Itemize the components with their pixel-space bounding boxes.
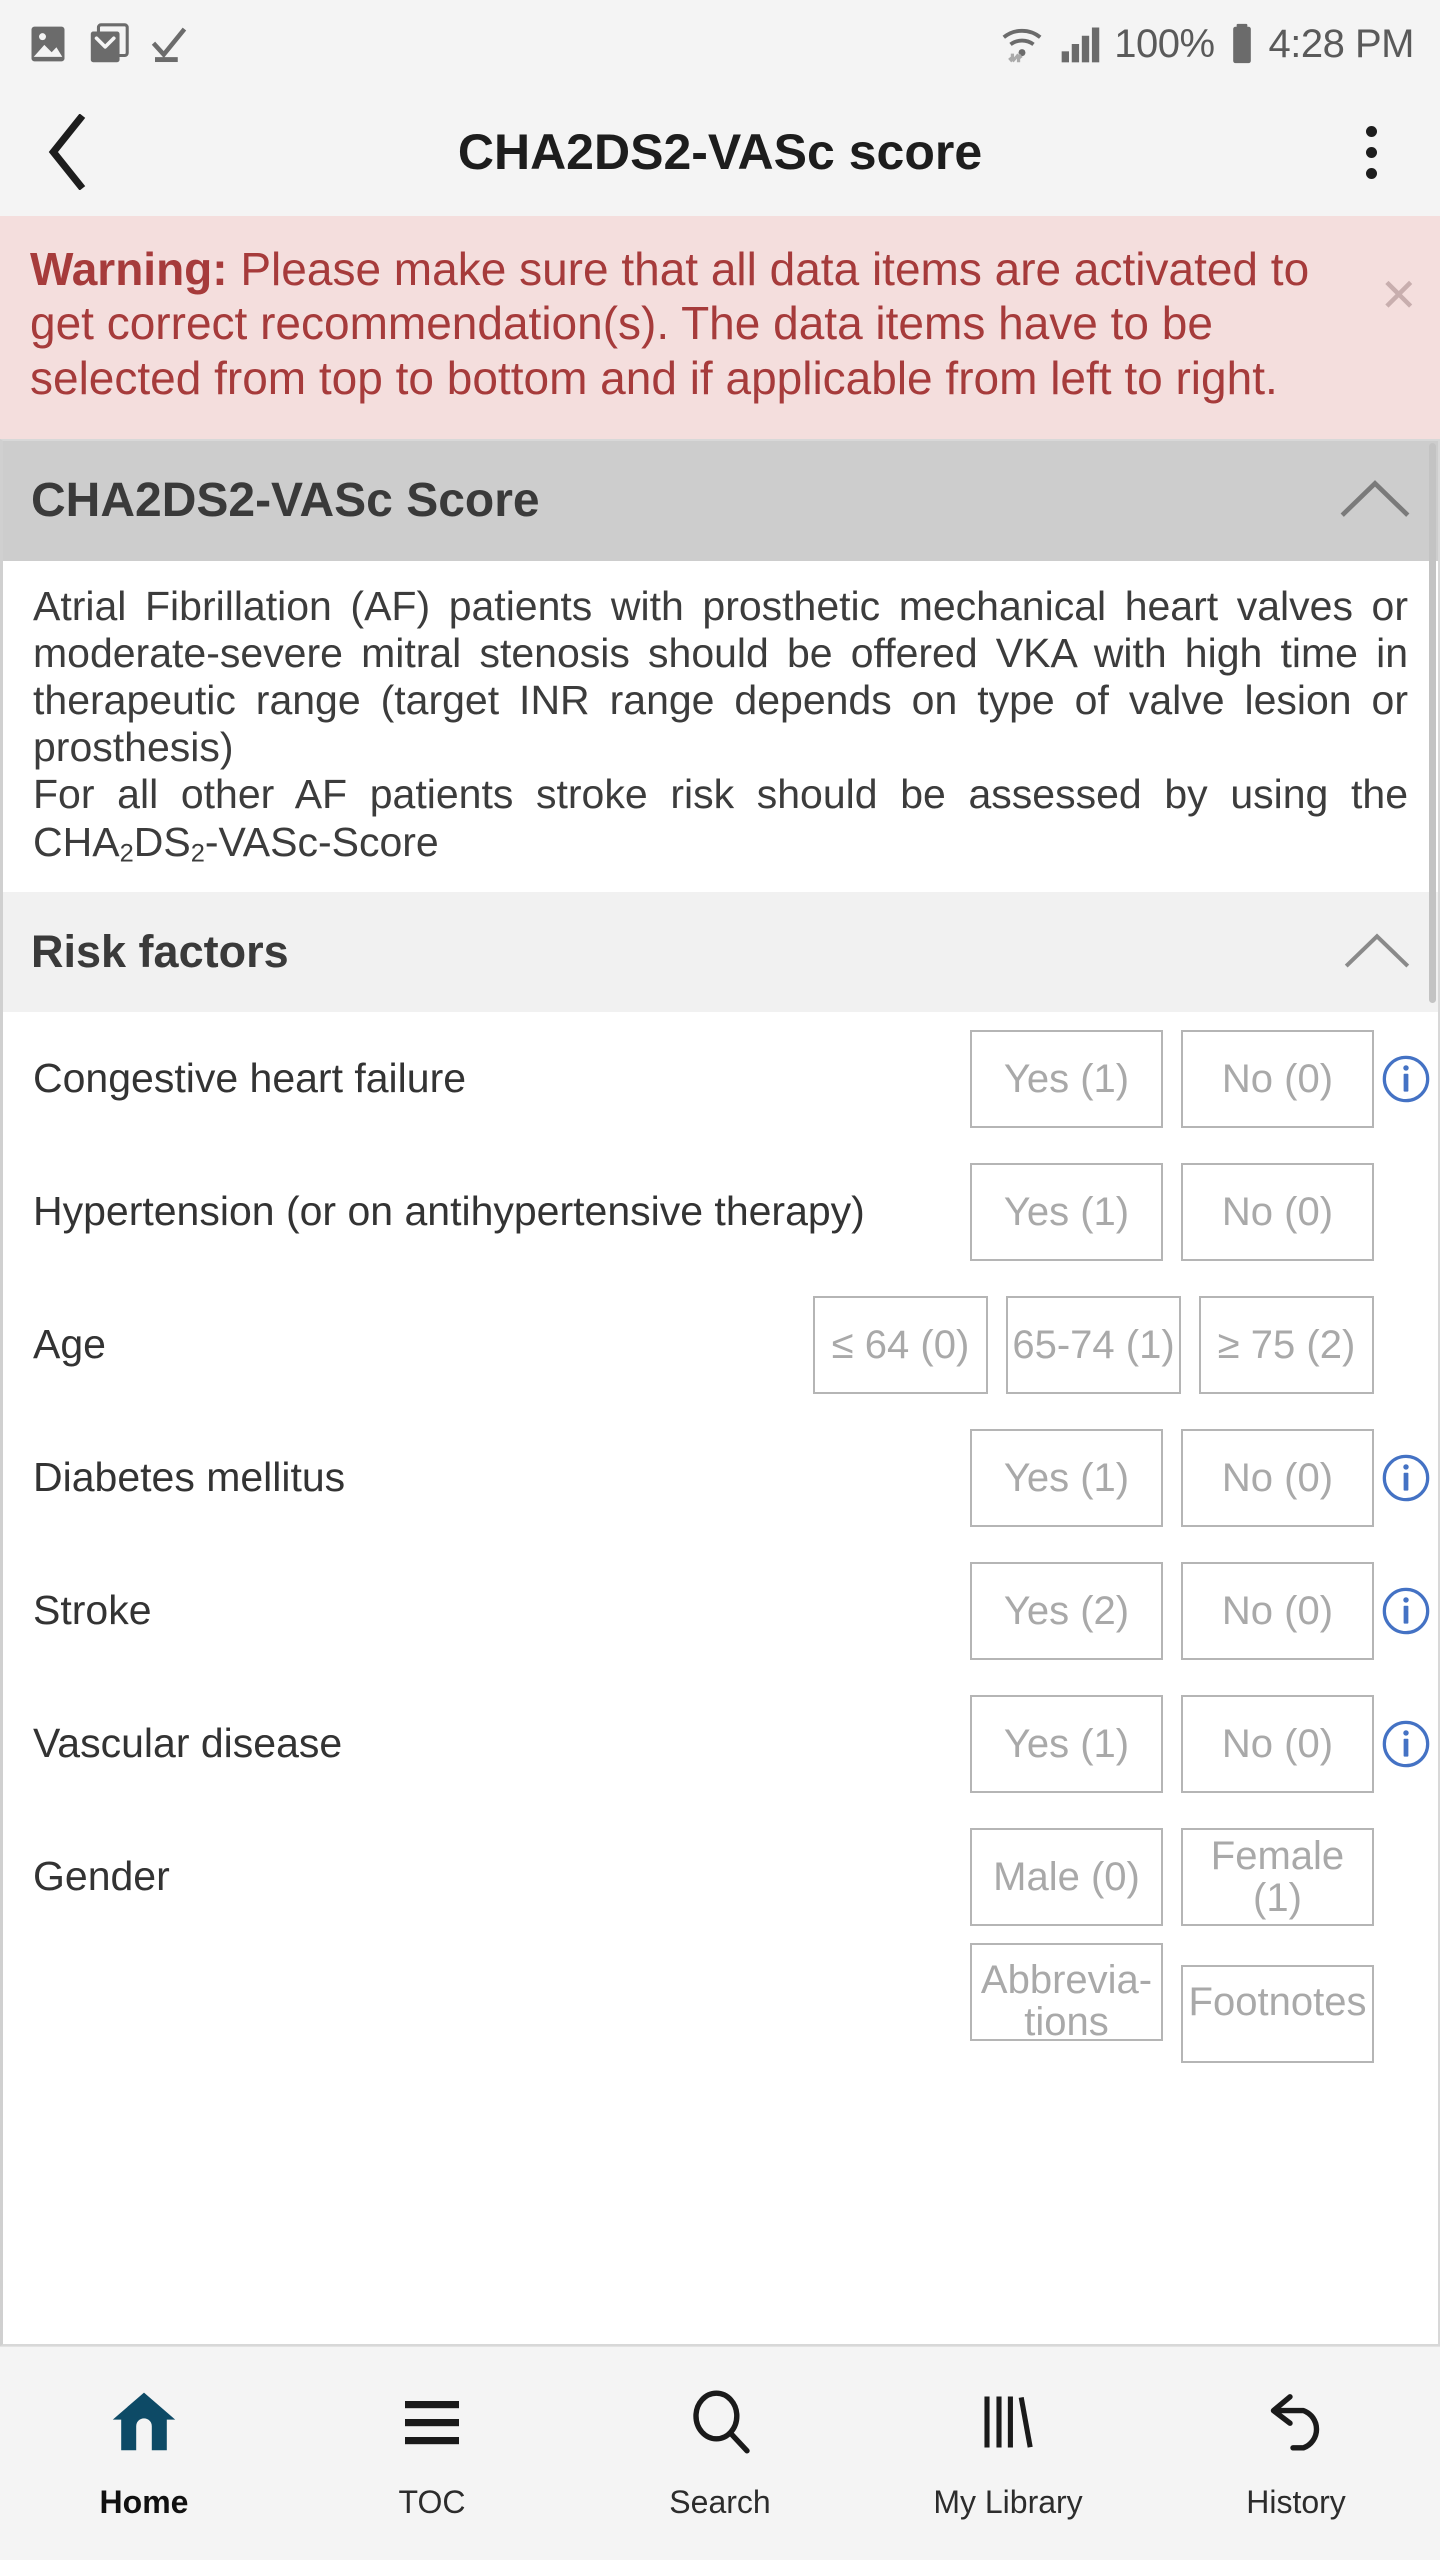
risk-factor-options: ≤ 64 (0) 65-74 (1) ≥ 75 (2) xyxy=(813,1295,1374,1394)
list-icon xyxy=(394,2386,470,2458)
chevron-up-icon[interactable] xyxy=(1340,476,1410,525)
overflow-menu-button[interactable] xyxy=(1336,109,1406,195)
option-button[interactable]: Footnotes xyxy=(1181,1965,1374,2064)
option-button[interactable]: Yes (1) xyxy=(970,1694,1163,1793)
section-title-score: CHA2DS2-VASc Score xyxy=(31,474,540,528)
section-title-risk-factors: Risk factors xyxy=(31,926,289,978)
risk-factor-options: Male (0) Female (1) xyxy=(970,1827,1374,1926)
page-title: CHA2DS2-VASc score xyxy=(457,124,983,180)
warning-prefix: Warning: xyxy=(30,243,228,295)
risk-factor-label: Vascular disease xyxy=(33,1719,343,1766)
score-paragraph-1: Atrial Fibrillation (AF) patients with p… xyxy=(33,582,1408,771)
gallery-icon xyxy=(31,26,65,62)
content-scroll-area[interactable]: CHA2DS2-VASc Score Atrial Fibrillation (… xyxy=(0,438,1440,2346)
risk-factor-label: Gender xyxy=(33,1852,170,1899)
option-button[interactable]: Yes (1) xyxy=(970,1428,1163,1527)
option-button[interactable]: ≤ 64 (0) xyxy=(813,1295,988,1394)
warning-banner: Warning: Please make sure that all data … xyxy=(0,216,1440,439)
app-bar: CHA2DS2-VASc score xyxy=(0,88,1440,216)
option-button[interactable]: No (0) xyxy=(1181,1428,1374,1527)
subscript-2b: 2 xyxy=(190,839,205,868)
risk-factor-row: Stroke Yes (2) No (0) xyxy=(3,1544,1438,1677)
nav-item-label: History xyxy=(1246,2484,1346,2520)
kebab-dot-icon xyxy=(1365,167,1377,179)
risk-factor-options: Yes (1) No (0) xyxy=(970,1029,1374,1128)
check-icon xyxy=(151,27,187,63)
clock-label: 4:28 PM xyxy=(1268,21,1415,66)
risk-factor-row: Hypertension (or on antihypertensive the… xyxy=(3,1145,1438,1278)
wifi-icon xyxy=(1002,28,1042,63)
option-button[interactable]: Male (0) xyxy=(970,1827,1163,1926)
chevron-left-icon xyxy=(48,114,86,190)
risk-factor-label: Age xyxy=(33,1320,106,1367)
risk-factor-list: Congestive heart failure Yes (1) No (0) Hy… xyxy=(3,1012,1438,2064)
close-icon[interactable]: ✕ xyxy=(1379,272,1418,318)
nav-item-home[interactable]: Home xyxy=(0,2386,288,2521)
risk-factor-row: Vascular disease Yes (1) No (0) xyxy=(3,1677,1438,1810)
risk-factor-row: Gender Male (0) Female (1) xyxy=(3,1810,1438,1943)
risk-factor-row: Age ≤ 64 (0) 65-74 (1) ≥ 75 (2) xyxy=(3,1278,1438,1411)
battery-icon xyxy=(1232,23,1251,64)
nav-item-search[interactable]: Search xyxy=(576,2386,864,2521)
score-paragraph-2-suffix: -VASc-Score xyxy=(204,818,439,865)
mail-icon xyxy=(90,23,129,63)
status-bar-left-icons xyxy=(26,21,190,67)
scrollbar[interactable] xyxy=(1429,442,1436,1003)
info-icon[interactable] xyxy=(1374,1585,1438,1637)
home-icon xyxy=(106,2386,182,2458)
nav-item-my-library[interactable]: My Library xyxy=(864,2386,1152,2521)
risk-factor-row-partial: Abbrevia-tions Footnotes xyxy=(3,1943,1438,2064)
risk-factor-options: Yes (1) No (0) xyxy=(970,1162,1374,1261)
nav-item-label: Home xyxy=(99,2484,189,2520)
option-button[interactable]: Abbrevia-tions xyxy=(970,1943,1163,2043)
info-icon[interactable] xyxy=(1374,1718,1438,1770)
section-header-risk-factors[interactable]: Risk factors xyxy=(3,892,1438,1013)
risk-factor-options: Yes (1) No (0) xyxy=(970,1428,1374,1527)
nav-item-label: TOC xyxy=(398,2484,466,2520)
info-icon[interactable] xyxy=(1374,1452,1438,1504)
option-button[interactable]: Yes (2) xyxy=(970,1561,1163,1660)
bottom-navigation: Home TOC Search My Library History xyxy=(0,2346,1440,2560)
risk-factor-label: Hypertension (or on antihypertensive the… xyxy=(33,1187,865,1234)
option-button[interactable]: Yes (1) xyxy=(970,1162,1163,1261)
app-window: 100% 4:28 PM CHA2DS2-VASc score Warning:… xyxy=(0,0,1440,2560)
status-bar-right: 100% 4:28 PM xyxy=(998,21,1415,67)
signal-icon xyxy=(1061,27,1100,63)
subscript-2a: 2 xyxy=(119,839,134,868)
warning-text: Warning: Please make sure that all data … xyxy=(30,242,1410,405)
risk-factor-label: Stroke xyxy=(33,1586,152,1633)
status-bar: 100% 4:28 PM xyxy=(0,0,1440,88)
undo-icon xyxy=(1258,2386,1334,2458)
option-button[interactable]: Female (1) xyxy=(1181,1827,1374,1926)
risk-factor-label: Congestive heart failure xyxy=(33,1054,467,1101)
option-button[interactable]: 65-74 (1) xyxy=(1006,1295,1181,1394)
chevron-up-icon[interactable] xyxy=(1344,929,1410,976)
risk-factor-label: Diabetes mellitus xyxy=(33,1453,346,1500)
option-button[interactable]: Yes (1) xyxy=(970,1029,1163,1128)
option-button[interactable]: No (0) xyxy=(1181,1029,1374,1128)
books-icon xyxy=(970,2386,1046,2458)
risk-factor-options: Yes (1) No (0) xyxy=(970,1694,1374,1793)
kebab-dot-icon xyxy=(1365,125,1377,137)
option-button[interactable]: No (0) xyxy=(1181,1561,1374,1660)
option-button[interactable]: ≥ 75 (2) xyxy=(1199,1295,1374,1394)
nav-item-label: My Library xyxy=(933,2484,1083,2520)
risk-factor-row: Congestive heart failure Yes (1) No (0) xyxy=(3,1012,1438,1145)
option-button[interactable]: No (0) xyxy=(1181,1694,1374,1793)
back-button[interactable] xyxy=(34,109,104,195)
battery-percent-label: 100% xyxy=(1114,21,1215,66)
score-description: Atrial Fibrillation (AF) patients with p… xyxy=(3,560,1438,893)
kebab-dot-icon xyxy=(1365,146,1377,158)
risk-factor-options: Yes (2) No (0) xyxy=(970,1561,1374,1660)
section-header-score[interactable]: CHA2DS2-VASc Score xyxy=(3,440,1438,561)
option-button[interactable]: No (0) xyxy=(1181,1162,1374,1261)
risk-factor-row: Diabetes mellitus Yes (1) No (0) xyxy=(3,1411,1438,1544)
risk-factor-options: Abbrevia-tions Footnotes xyxy=(970,1943,1374,2064)
nav-item-toc[interactable]: TOC xyxy=(288,2386,576,2521)
nav-item-label: Search xyxy=(669,2484,771,2520)
info-icon[interactable] xyxy=(1374,1053,1438,1105)
search-icon xyxy=(682,2386,758,2458)
nav-item-history[interactable]: History xyxy=(1152,2386,1440,2521)
score-paragraph-2-mid: DS xyxy=(133,818,191,865)
